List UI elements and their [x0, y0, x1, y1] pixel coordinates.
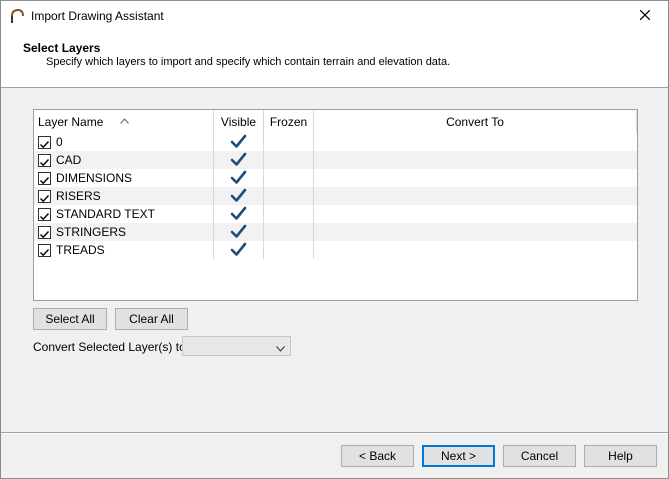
table-row[interactable]: RISERS [34, 187, 637, 205]
visible-cell[interactable] [214, 205, 264, 223]
column-header-convert-to[interactable]: Convert To [314, 110, 637, 133]
visible-cell[interactable] [214, 241, 264, 259]
checkbox-check-icon [40, 177, 50, 185]
layer-name-cell: RISERS [34, 187, 214, 205]
layer-name-cell: DIMENSIONS [34, 169, 214, 187]
convert-to-cell[interactable] [314, 133, 637, 151]
column-header-frozen[interactable]: Frozen [264, 110, 314, 133]
checkbox-check-icon [40, 141, 50, 149]
layer-checkbox[interactable] [38, 154, 51, 167]
frozen-cell[interactable] [264, 133, 314, 151]
grid-header: Layer Name Visible Frozen Convert To [34, 110, 637, 133]
column-label: Visible [220, 115, 257, 129]
frozen-cell[interactable] [264, 223, 314, 241]
clear-all-button[interactable]: Clear All [115, 308, 188, 330]
layer-name: DIMENSIONS [56, 171, 133, 185]
back-button[interactable]: < Back [341, 445, 414, 467]
frozen-cell[interactable] [264, 169, 314, 187]
import-drawing-assistant-window: Import Drawing Assistant Select Layers S… [0, 0, 669, 479]
title-bar: Import Drawing Assistant [1, 1, 668, 31]
layer-name-cell: CAD [34, 151, 214, 169]
checkbox-check-icon [40, 159, 50, 167]
layer-name: RISERS [56, 189, 101, 203]
convert-to-dropdown[interactable] [182, 336, 291, 356]
convert-to-cell[interactable] [314, 223, 637, 241]
layer-name: CAD [56, 153, 82, 167]
layer-name-cell: STANDARD TEXT [34, 205, 214, 223]
table-row[interactable]: CAD [34, 151, 637, 169]
chevron-down-icon [276, 341, 285, 355]
convert-selected-label: Convert Selected Layer(s) to: [33, 340, 190, 354]
column-label: Convert To [446, 115, 504, 129]
select-all-button[interactable]: Select All [33, 308, 107, 330]
frozen-cell[interactable] [264, 151, 314, 169]
layer-name: TREADS [56, 243, 105, 257]
footer-divider-highlight [1, 433, 668, 434]
table-row[interactable]: STRINGERS [34, 223, 637, 241]
visible-cell[interactable] [214, 223, 264, 241]
app-arch-icon [9, 8, 25, 24]
next-button[interactable]: Next > [422, 445, 495, 467]
column-label: Frozen [269, 115, 308, 129]
layer-name-cell: TREADS [34, 241, 214, 259]
layer-checkbox[interactable] [38, 190, 51, 203]
checkbox-check-icon [40, 231, 50, 239]
page-title: Select Layers [23, 41, 101, 55]
cancel-button[interactable]: Cancel [503, 445, 576, 467]
layers-grid[interactable]: Layer Name Visible Frozen Convert To 0 CA… [33, 109, 638, 301]
table-row[interactable]: STANDARD TEXT [34, 205, 637, 223]
layer-checkbox[interactable] [38, 136, 51, 149]
convert-to-cell[interactable] [314, 151, 637, 169]
header-panel: Select Layers Specify which layers to im… [1, 31, 668, 88]
sort-ascending-icon [120, 109, 129, 134]
frozen-cell[interactable] [264, 187, 314, 205]
table-row[interactable]: DIMENSIONS [34, 169, 637, 187]
column-label: Layer Name [38, 115, 104, 129]
layer-name: 0 [56, 135, 63, 149]
layer-checkbox[interactable] [38, 226, 51, 239]
table-row[interactable]: 0 [34, 133, 637, 151]
convert-to-cell[interactable] [314, 205, 637, 223]
visible-cell[interactable] [214, 151, 264, 169]
layer-checkbox[interactable] [38, 172, 51, 185]
frozen-cell[interactable] [264, 241, 314, 259]
convert-to-cell[interactable] [314, 241, 637, 259]
help-button[interactable]: Help [584, 445, 657, 467]
convert-to-cell[interactable] [314, 169, 637, 187]
column-header-layer-name[interactable]: Layer Name [34, 110, 214, 133]
table-row[interactable]: TREADS [34, 241, 637, 259]
visible-cell[interactable] [214, 187, 264, 205]
frozen-cell[interactable] [264, 205, 314, 223]
visible-cell[interactable] [214, 169, 264, 187]
layer-checkbox[interactable] [38, 208, 51, 221]
close-button[interactable] [622, 1, 668, 31]
close-icon [639, 9, 651, 23]
page-subtitle: Specify which layers to import and speci… [46, 56, 451, 68]
layer-checkbox[interactable] [38, 244, 51, 257]
visible-cell[interactable] [214, 133, 264, 151]
convert-to-cell[interactable] [314, 187, 637, 205]
layer-name: STANDARD TEXT [56, 207, 155, 221]
layer-name: STRINGERS [56, 225, 127, 239]
column-header-visible[interactable]: Visible [214, 110, 264, 133]
layer-name-cell: 0 [34, 133, 214, 151]
checkbox-check-icon [40, 249, 50, 257]
visible-checkmark-icon [230, 241, 247, 263]
checkbox-check-icon [40, 195, 50, 203]
layer-name-cell: STRINGERS [34, 223, 214, 241]
checkbox-check-icon [40, 213, 50, 221]
window-title: Import Drawing Assistant [31, 9, 164, 23]
